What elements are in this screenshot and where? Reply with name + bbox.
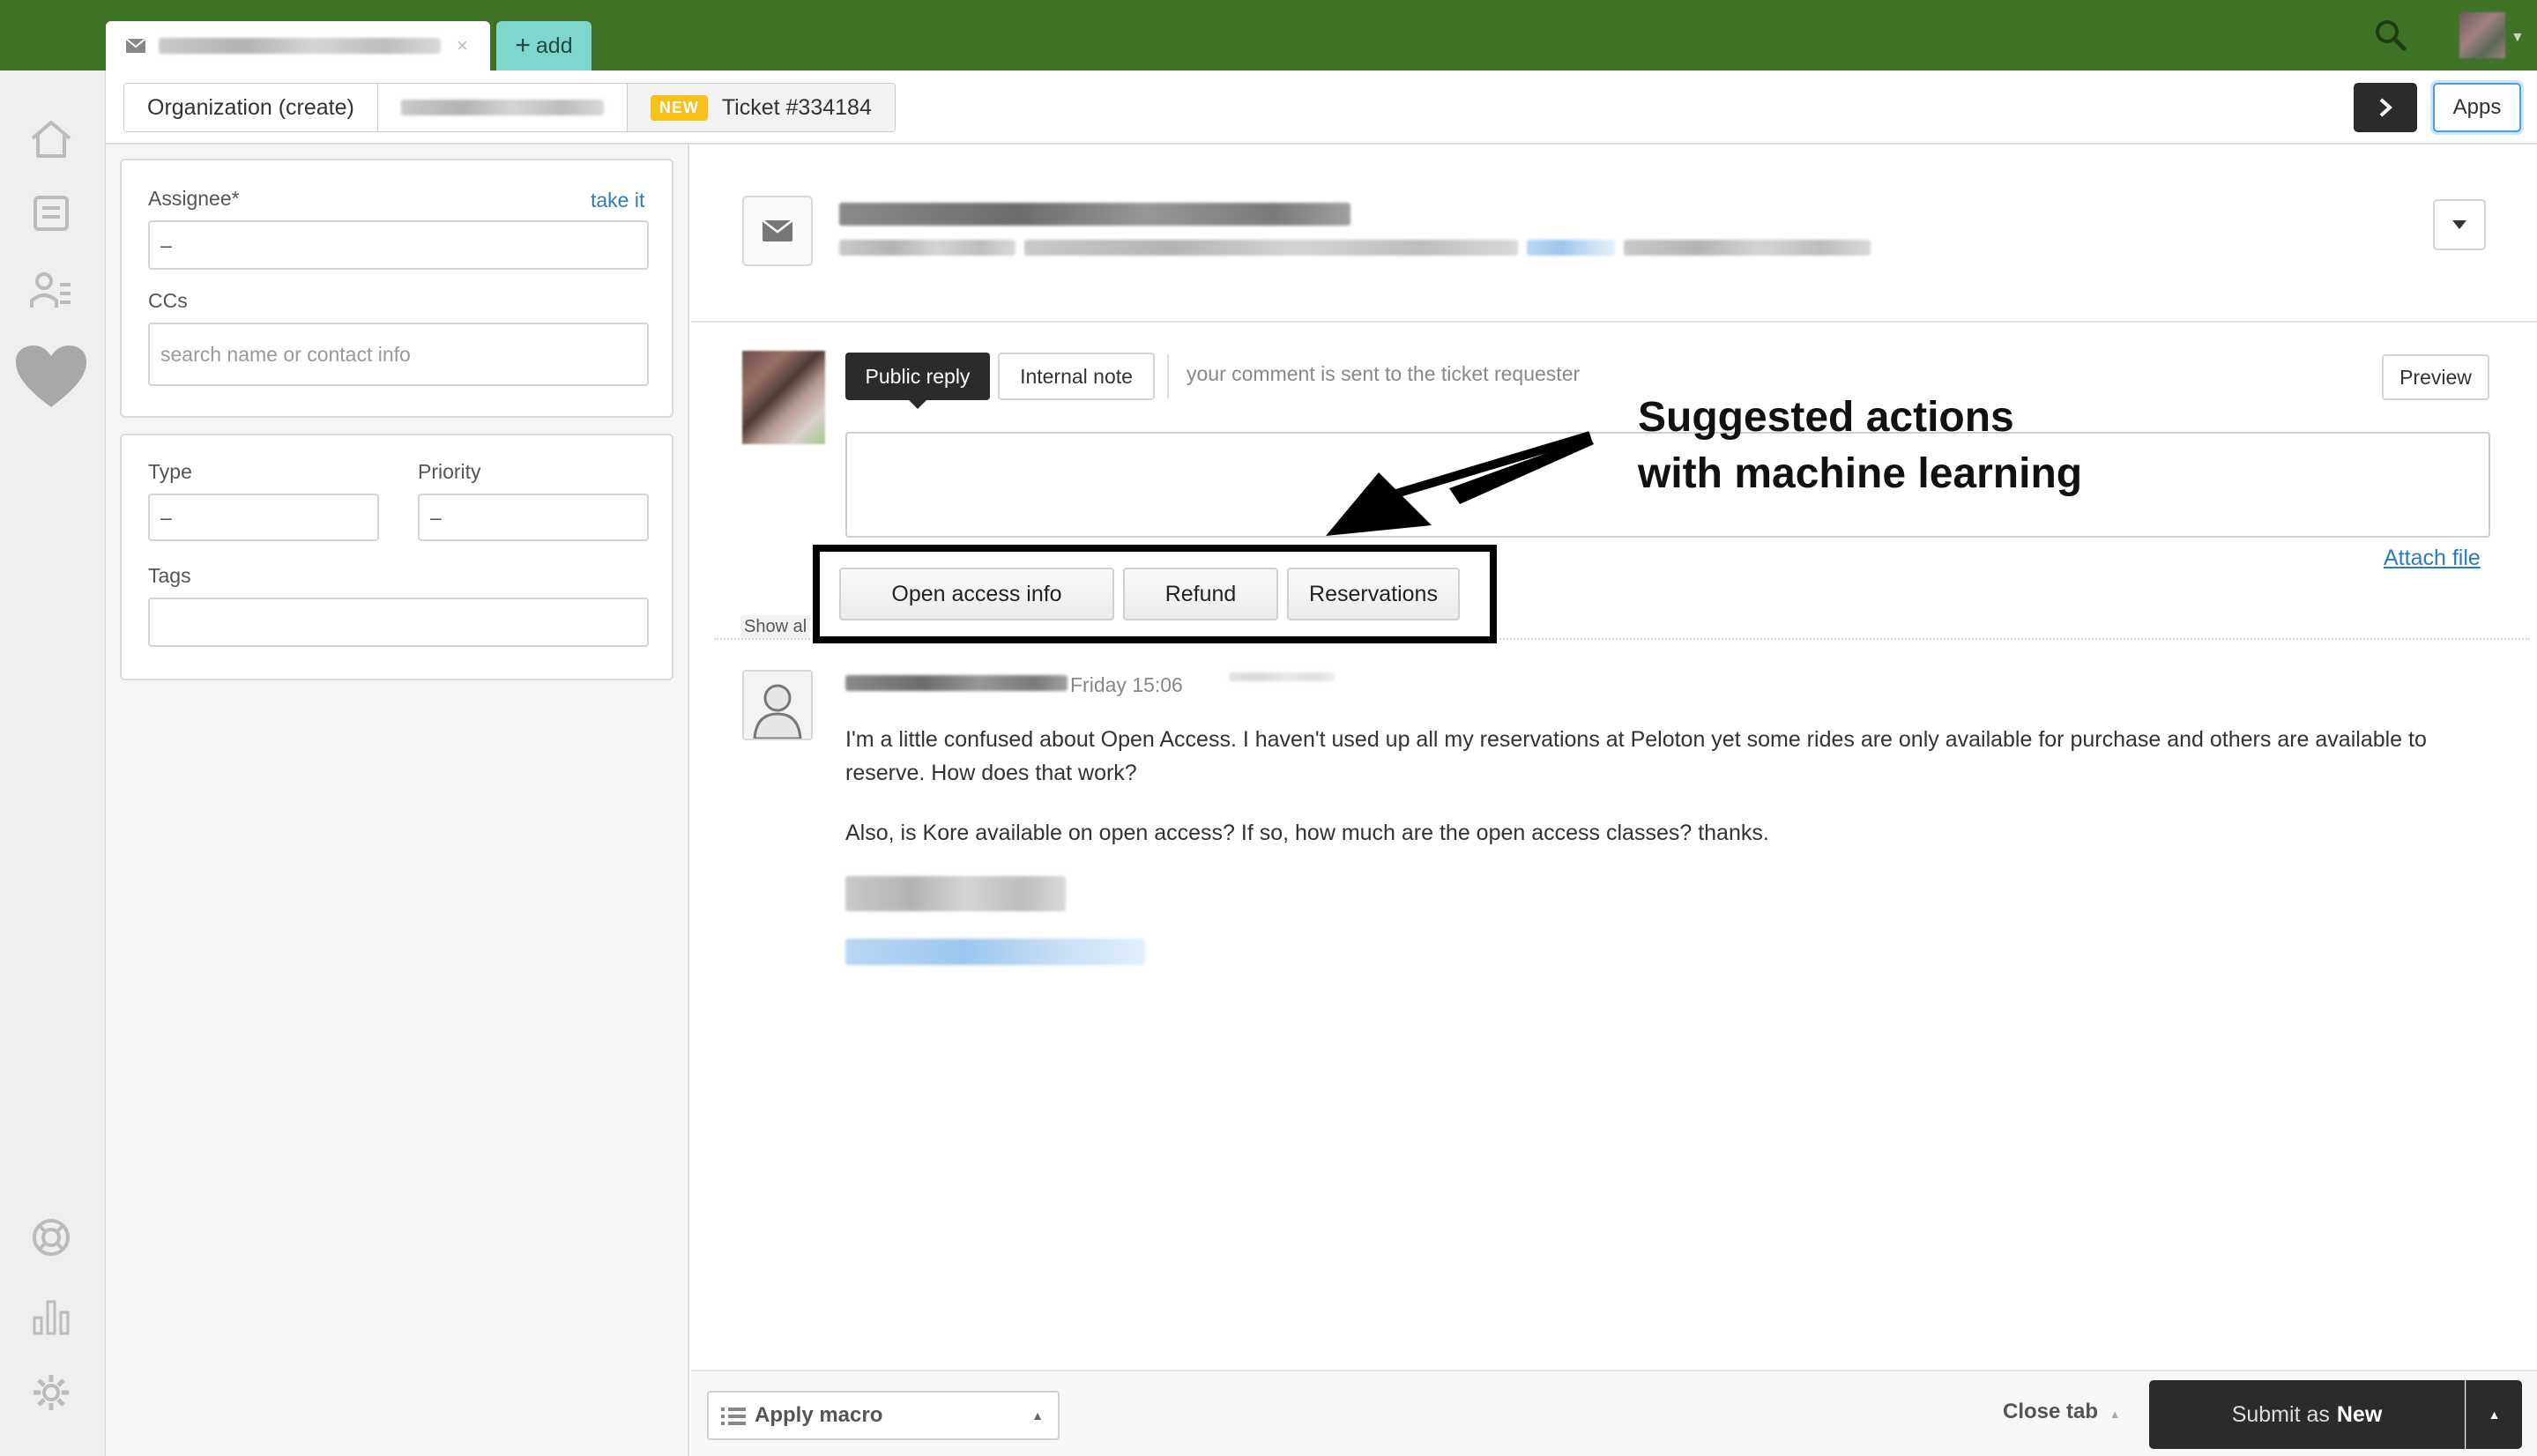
type-select[interactable]: –	[148, 494, 379, 541]
requester-name-redacted	[400, 100, 604, 115]
ticket-properties-panel: Assignee* take it – CCs search name or c…	[106, 145, 689, 1456]
header-divider	[691, 321, 2537, 323]
close-icon[interactable]: ×	[457, 34, 468, 57]
top-bar: × + add ▼	[0, 0, 2537, 71]
customer-avatar	[742, 670, 813, 740]
ticket-meta-redacted	[839, 240, 1871, 256]
expand-panel-button[interactable]	[2354, 83, 2417, 132]
gear-icon[interactable]	[26, 1368, 76, 1417]
annotation-line-1: Suggested actions	[1638, 394, 2014, 441]
signature-redacted	[845, 876, 2503, 921]
ticket-fields-card: Type – Priority – Tags	[120, 434, 673, 680]
envelope-icon	[762, 219, 793, 241]
apps-button[interactable]: Apps	[2433, 83, 2521, 132]
add-tab-label: add	[535, 33, 573, 58]
breadcrumb-ticket[interactable]: NEW Ticket #334184	[627, 84, 895, 131]
chevron-right-icon	[2379, 98, 2392, 117]
home-icon[interactable]	[26, 115, 76, 164]
reporting-icon[interactable]	[26, 1292, 76, 1341]
ticket-conversation: Public reply Internal note your comment …	[691, 145, 2537, 1370]
customer-name-redacted	[845, 675, 1068, 695]
ticket-footer: Apply macro ▲ Close tab ▲ Submit as New …	[691, 1370, 2537, 1456]
priority-label: Priority	[418, 460, 481, 483]
caret-up-icon: ▲	[2109, 1408, 2121, 1421]
take-it-link[interactable]: take it	[591, 189, 644, 212]
user-silhouette-icon	[753, 684, 802, 739]
tags-input[interactable]	[148, 598, 649, 647]
reply-divider	[1167, 354, 1169, 398]
left-nav	[0, 71, 106, 1456]
show-all-events-link[interactable]: Show al	[740, 615, 811, 639]
ticket-number: Ticket #334184	[721, 94, 872, 120]
submit-prefix: Submit as	[2231, 1401, 2330, 1427]
chevron-down-icon[interactable]: ▼	[2511, 30, 2525, 46]
ticket-tab[interactable]: ×	[106, 21, 490, 71]
submit-status: New	[2336, 1401, 2383, 1427]
help-icon[interactable]	[26, 1213, 76, 1262]
views-icon[interactable]	[26, 189, 76, 238]
priority-select[interactable]: –	[418, 494, 649, 541]
suggestion-reservations[interactable]: Reservations	[1287, 568, 1460, 620]
suggestion-refund[interactable]: Refund	[1123, 568, 1278, 620]
apply-macro-select[interactable]: Apply macro ▲	[707, 1391, 1060, 1440]
reply-hint: your comment is sent to the ticket reque…	[1187, 362, 1581, 385]
assignee-label: Assignee*	[148, 187, 240, 210]
envelope-icon	[125, 38, 146, 53]
ccs-input[interactable]: search name or contact info	[148, 323, 649, 386]
caret-down-icon	[2452, 220, 2466, 229]
internal-note-tab[interactable]: Internal note	[998, 353, 1155, 400]
close-tab-button[interactable]: Close tab ▲	[2003, 1400, 2121, 1424]
caret-up-icon: ▲	[2488, 1408, 2501, 1422]
breadcrumb: Organization (create) NEW Ticket #334184	[123, 83, 896, 132]
assignee-card: Assignee* take it – CCs search name or c…	[120, 159, 673, 418]
tags-label: Tags	[148, 564, 191, 587]
add-tab-button[interactable]: + add	[496, 21, 591, 71]
public-reply-tab[interactable]: Public reply	[845, 353, 990, 409]
agent-avatar	[742, 351, 825, 444]
breadcrumb-requester[interactable]	[377, 84, 628, 131]
annotation-label: Suggested actions with machine learning	[1638, 390, 2082, 502]
ticket-actions-dropdown[interactable]	[2433, 199, 2486, 250]
type-label: Type	[148, 460, 192, 483]
annotation-line-2: with machine learning	[1638, 450, 2083, 497]
message-meta-redacted	[1229, 670, 1335, 686]
message-body: I'm a little confused about Open Access.…	[845, 723, 2503, 975]
plus-icon: +	[515, 31, 531, 60]
customers-icon[interactable]	[26, 266, 76, 316]
submit-button[interactable]: Submit as New	[2149, 1380, 2465, 1449]
attach-file-link[interactable]: Attach file	[2384, 546, 2481, 571]
tab-title-redacted	[159, 38, 441, 54]
search-icon[interactable]	[2373, 18, 2408, 53]
heart-icon[interactable]	[14, 340, 88, 414]
status-badge: NEW	[650, 94, 708, 121]
ticket-subject-redacted	[839, 203, 1350, 230]
suggestion-open-access-info[interactable]: Open access info	[839, 568, 1114, 620]
submit-options-button[interactable]: ▲	[2466, 1380, 2522, 1449]
channel-icon	[742, 196, 813, 266]
preview-button[interactable]: Preview	[2382, 354, 2489, 400]
message-paragraph-1: I'm a little confused about Open Access.…	[845, 727, 2427, 785]
message-paragraph-2: Also, is Kore available on open access? …	[845, 821, 1769, 845]
user-avatar[interactable]	[2459, 12, 2505, 58]
list-icon	[721, 1408, 746, 1425]
ccs-label: CCs	[148, 289, 188, 312]
apply-macro-label: Apply macro	[755, 1403, 883, 1427]
ticket-subbar: Organization (create) NEW Ticket #334184…	[106, 71, 2537, 145]
message-timestamp: Friday 15:06	[1070, 673, 1183, 696]
caret-up-icon: ▲	[1031, 1408, 1044, 1423]
close-tab-label: Close tab	[2003, 1400, 2099, 1423]
assignee-field[interactable]: –	[148, 220, 649, 270]
breadcrumb-organization[interactable]: Organization (create)	[124, 84, 378, 131]
signature-link-redacted	[845, 939, 2503, 975]
suggested-actions: Open access info Refund Reservations	[813, 545, 1497, 643]
